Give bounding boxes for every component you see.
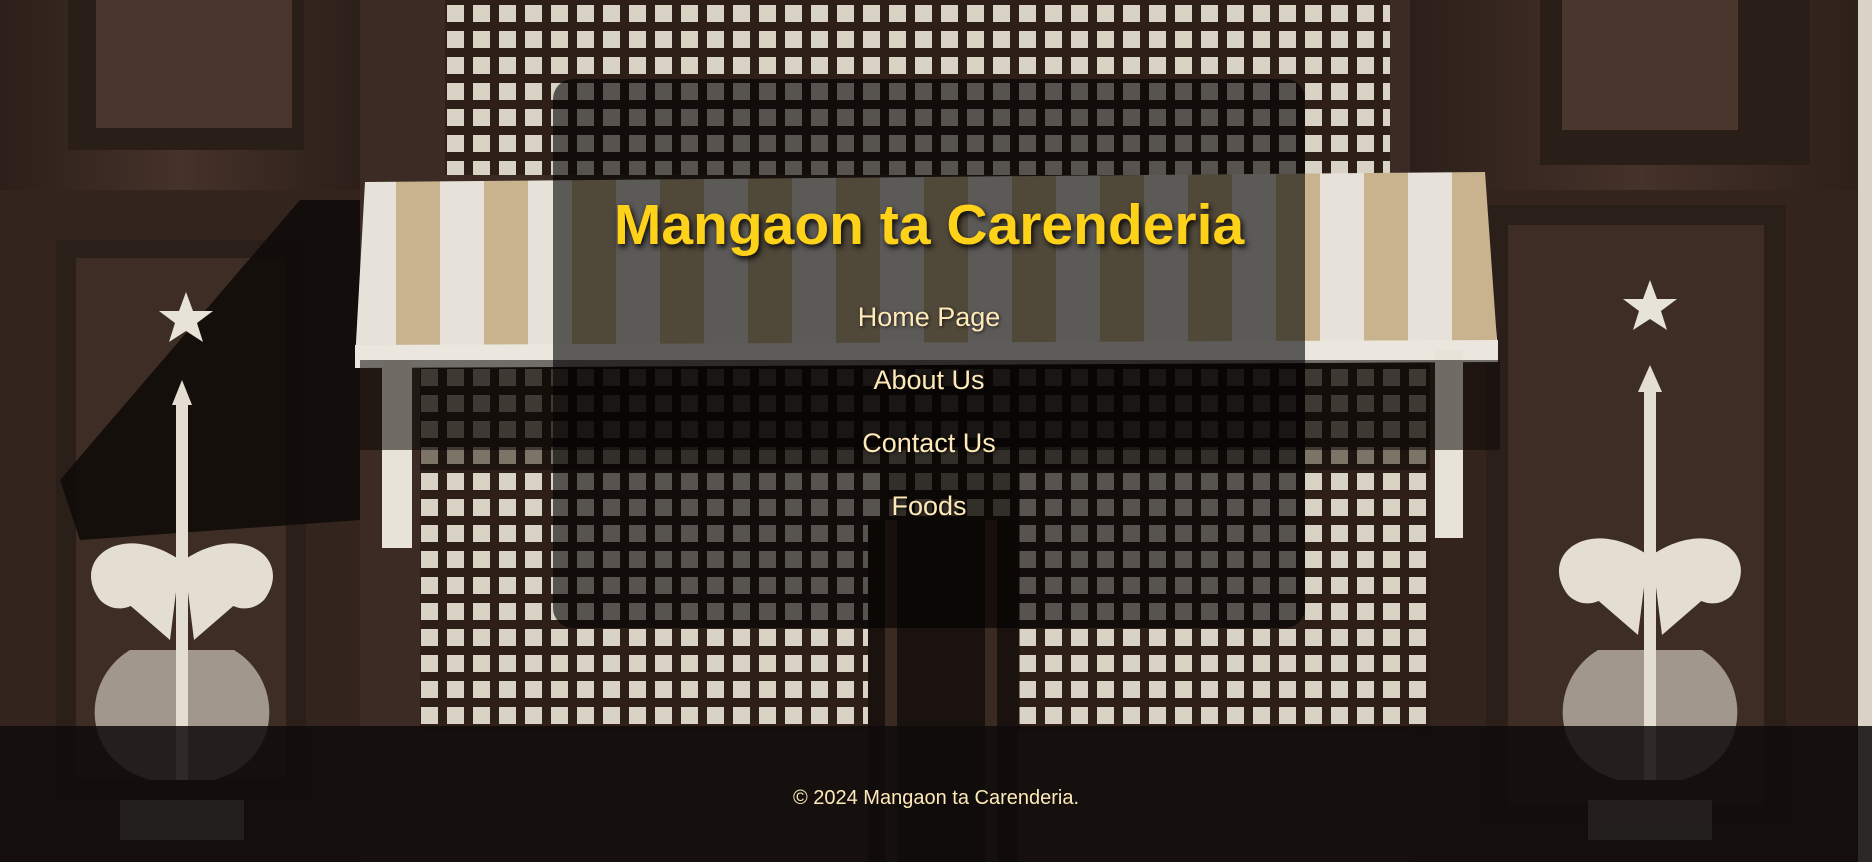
page: Mangaon ta Carenderia Home Page About Us… — [0, 0, 1872, 862]
site-title: Mangaon ta Carenderia — [613, 193, 1245, 257]
header-panel: Mangaon ta Carenderia Home Page About Us… — [553, 79, 1305, 628]
nav-link-contact[interactable]: Contact Us — [553, 427, 1305, 459]
nav-link-home[interactable]: Home Page — [553, 301, 1305, 333]
nav-link-foods[interactable]: Foods — [553, 490, 1305, 522]
footer-copyright: © 2024 Mangaon ta Carenderia. — [792, 787, 1080, 809]
footer: © 2024 Mangaon ta Carenderia. — [0, 726, 1872, 862]
nav-link-about[interactable]: About Us — [553, 364, 1305, 396]
